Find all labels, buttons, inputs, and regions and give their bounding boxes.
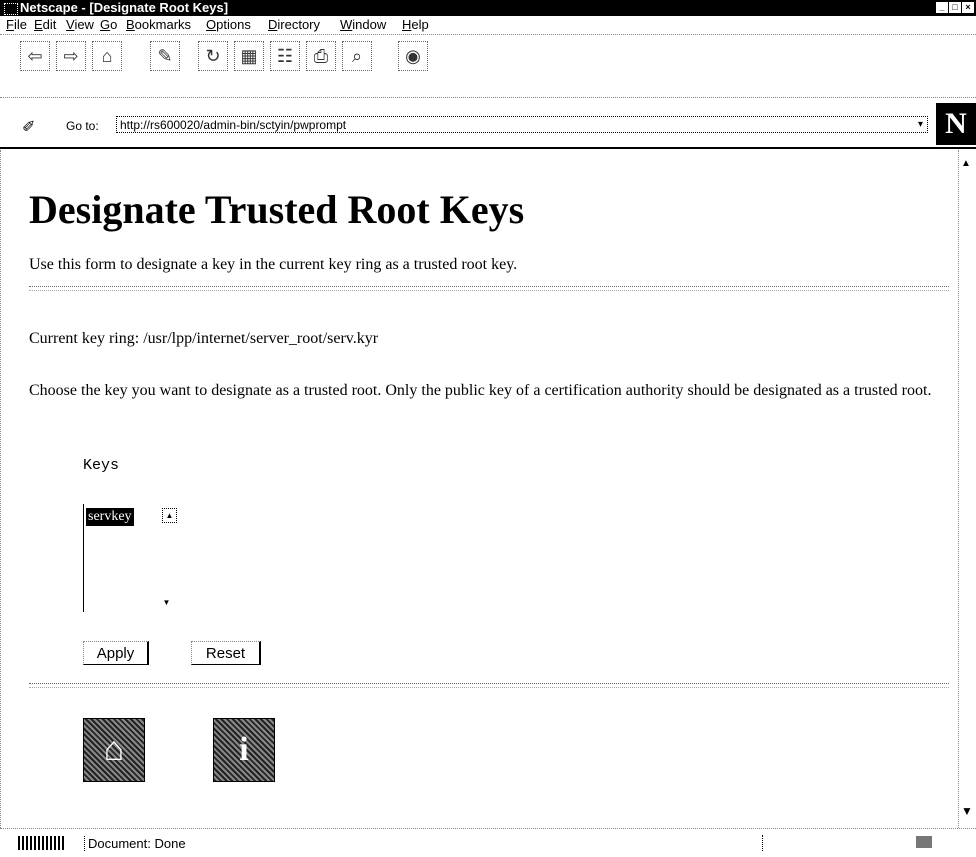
location-bar: ✐ Go to: http://rs600020/admin-bin/sctyi… xyxy=(0,97,976,149)
menu-bookmarks[interactable]: Bookmarks xyxy=(126,16,191,34)
url-input[interactable]: http://rs600020/admin-bin/sctyin/pwpromp… xyxy=(116,116,928,133)
window-title: Netscape - [Designate Root Keys] xyxy=(20,0,229,15)
stop-icon[interactable]: ◉ xyxy=(398,41,428,71)
reset-button[interactable]: Reset xyxy=(191,641,261,665)
navigation-icon[interactable]: ⌂ xyxy=(83,718,145,782)
page-title: Designate Trusted Root Keys xyxy=(29,187,525,232)
edit-icon[interactable]: ✎ xyxy=(150,41,180,71)
menu-options[interactable]: Options xyxy=(206,16,251,34)
scroll-down-icon[interactable]: ▼ xyxy=(961,804,973,818)
scroll-up-icon[interactable]: ▲ xyxy=(961,158,971,169)
status-separator xyxy=(762,835,763,851)
bookmark-icon[interactable]: ✐ xyxy=(22,119,40,137)
divider xyxy=(29,683,949,688)
scroll-down-icon[interactable]: ▼ xyxy=(160,596,173,609)
apply-button[interactable]: Apply xyxy=(83,641,149,665)
mail-icon[interactable] xyxy=(916,836,932,848)
info-icon[interactable]: i xyxy=(213,718,275,782)
menu-edit[interactable]: Edit xyxy=(34,16,56,34)
close-icon[interactable]: × xyxy=(962,2,974,13)
intro-text: Use this form to designate a key in the … xyxy=(29,256,518,273)
status-text: Document: Done xyxy=(84,836,186,851)
images-icon[interactable]: ▦ xyxy=(234,41,264,71)
menu-bar: File Edit View Go Bookmarks Options Dire… xyxy=(0,16,976,35)
menu-file[interactable]: File xyxy=(6,16,27,34)
minimize-icon[interactable]: _ xyxy=(936,2,948,13)
menu-go[interactable]: Go xyxy=(100,16,117,34)
home-icon[interactable]: ⌂ xyxy=(92,41,122,71)
current-key-ring: Current key ring: /usr/lpp/internet/serv… xyxy=(29,330,379,347)
key-option-selected[interactable]: servkey xyxy=(86,508,134,526)
forward-icon[interactable]: ⇨ xyxy=(56,41,86,71)
instructions-text: Choose the key you want to designate as … xyxy=(29,382,932,399)
goto-label: Go to: xyxy=(66,119,99,133)
keys-label: Keys xyxy=(83,457,120,474)
reload-icon[interactable]: ↻ xyxy=(198,41,228,71)
menu-view[interactable]: View xyxy=(66,16,94,34)
print-icon[interactable]: ⎙ xyxy=(306,41,336,71)
find-icon[interactable]: ⌕ xyxy=(342,41,372,71)
chevron-down-icon[interactable]: ▾ xyxy=(914,117,927,132)
window-controls: _ □ × xyxy=(936,2,974,13)
menu-directory[interactable]: Directory xyxy=(268,16,320,34)
open-icon[interactable]: ☷ xyxy=(270,41,300,71)
toolbar: ⇦ ⇨ ⌂ ✎ ↻ ▦ ☷ ⎙ ⌕ ◉ xyxy=(0,35,976,98)
page-content: Designate Trusted Root Keys Use this for… xyxy=(0,150,959,828)
divider xyxy=(29,286,949,291)
netscape-app-icon xyxy=(4,3,18,15)
maximize-icon[interactable]: □ xyxy=(949,2,961,13)
title-bar: Netscape - [Designate Root Keys] _ □ × xyxy=(0,0,976,16)
status-bar: Document: Done xyxy=(0,828,976,857)
vertical-scrollbar[interactable]: ▲ ▼ xyxy=(958,150,976,828)
menu-help[interactable]: Help xyxy=(402,16,429,34)
security-key-icon xyxy=(18,836,66,850)
netscape-logo[interactable]: N xyxy=(936,103,976,145)
keys-listbox[interactable]: servkey ▲ ▼ xyxy=(83,504,180,612)
scroll-up-icon[interactable]: ▲ xyxy=(162,508,177,523)
menu-window[interactable]: Window xyxy=(340,16,386,34)
back-icon[interactable]: ⇦ xyxy=(20,41,50,71)
